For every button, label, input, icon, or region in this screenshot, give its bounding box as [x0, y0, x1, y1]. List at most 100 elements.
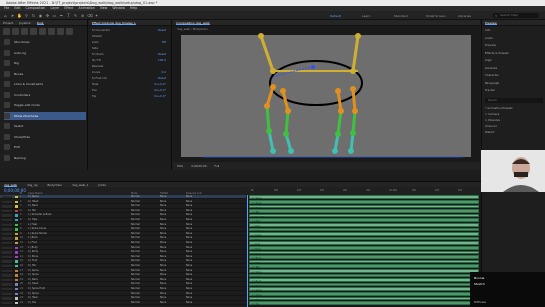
layer-trk[interactable]: None	[160, 301, 166, 305]
layer-switches[interactable]	[2, 265, 12, 268]
selection-tool-icon[interactable]: ➤	[10, 13, 15, 18]
workspace-libraries[interactable]: Libraries	[458, 14, 471, 18]
layer-bar[interactable]: C | Tail	[249, 209, 479, 214]
tab-project[interactable]: Project	[3, 20, 13, 25]
layer-label-color[interactable]	[15, 246, 18, 249]
layer-bar[interactable]: L | Spine	[249, 227, 479, 233]
fx-row[interactable]: Toe 0x+0.0°	[92, 88, 170, 93]
layer-bar[interactable]: C | Neck	[249, 278, 479, 283]
layer-switches[interactable]	[2, 251, 12, 254]
layer-switches[interactable]	[2, 219, 12, 222]
effects-tree-item[interactable]: * Animation Presets	[485, 106, 543, 111]
layer-switches[interactable]	[2, 260, 12, 263]
layer-switches[interactable]	[2, 269, 12, 272]
layer-label-color[interactable]	[15, 301, 18, 305]
right-panel-character[interactable]: Character	[485, 73, 543, 78]
spine-curve-controller[interactable]	[311, 65, 315, 69]
right-panel-align[interactable]: Align	[485, 58, 543, 63]
composition-canvas[interactable]	[173, 31, 480, 161]
layer-bar[interactable]: L | Back	[249, 236, 479, 242]
fx-row[interactable]: fx Chain Reset	[92, 52, 170, 57]
hip-controller[interactable]	[355, 33, 361, 39]
fx-row[interactable]: Auto Off	[92, 40, 170, 45]
right-panel-info[interactable]: Info	[485, 28, 543, 33]
duik-item-controllers[interactable]: Controllers	[4, 91, 86, 99]
layer-label-color[interactable]	[15, 292, 18, 295]
type-tool-icon[interactable]: T	[66, 13, 71, 18]
layer-bar[interactable]: L | Heel	[249, 223, 479, 228]
layer-switches[interactable]	[2, 237, 12, 240]
duik-item-rig[interactable]: Rig	[4, 59, 86, 67]
duik-item-show-structures[interactable]: Show structures	[4, 111, 86, 120]
effects-tree-item[interactable]: Distort	[485, 130, 543, 135]
playhead[interactable]	[247, 195, 248, 307]
fx-row-value[interactable]: Reset	[158, 76, 166, 81]
effects-tree-item[interactable]: > Dissolve	[485, 118, 543, 123]
duik-rig-icon[interactable]	[12, 28, 19, 35]
brush-tool-icon[interactable]: ✎	[73, 13, 78, 18]
layer-switches[interactable]	[2, 223, 12, 226]
layer-bar[interactable]: C | Spine	[249, 287, 479, 292]
layer-label-color[interactable]	[15, 205, 18, 208]
workspace-default[interactable]: Default	[330, 14, 341, 18]
layer-label-color[interactable]	[15, 283, 18, 286]
search-help-input[interactable]: Search Help	[493, 13, 539, 18]
layer-label-color[interactable]	[15, 209, 18, 213]
eraser-tool-icon[interactable]: ⌫	[87, 13, 93, 18]
layer-label-color[interactable]	[15, 269, 18, 272]
layer-switches[interactable]	[2, 292, 12, 295]
camera-tool-icon[interactable]: ◉	[38, 13, 43, 18]
duik-item-naming[interactable]: Naming	[4, 154, 86, 162]
fx-row[interactable]: Heel 0x+0.0°	[92, 82, 170, 87]
layer-bar[interactable]: C | Hips	[249, 218, 479, 223]
duik-tools-icon[interactable]	[48, 28, 55, 35]
fx-row[interactable]: Curve 0.0	[92, 70, 170, 75]
layer-switches[interactable]	[2, 200, 12, 203]
rectangle-tool-icon[interactable]: ▭	[52, 13, 57, 18]
layer-switches[interactable]	[2, 196, 12, 199]
layer-switches[interactable]	[2, 288, 12, 291]
effect-controls-tab[interactable]: Effect Controls dog_foreleg_L	[89, 20, 171, 26]
layer-bar[interactable]: C | Toe	[249, 301, 479, 306]
rotate-tool-icon[interactable]: ↻	[31, 13, 36, 18]
layer-switches[interactable]	[2, 209, 12, 213]
layer-bar[interactable]: C | Body	[249, 250, 479, 256]
layer-switches[interactable]	[2, 228, 12, 231]
duik-item-structures[interactable]: Structures	[4, 38, 86, 46]
layer-bar[interactable]: C | Spine	[249, 195, 479, 200]
shoulder-controller[interactable]	[258, 33, 264, 39]
duik-link-icon[interactable]	[21, 28, 28, 35]
fx-row[interactable]: fx Connector Reset	[92, 28, 170, 33]
layer-label-color[interactable]	[15, 274, 18, 277]
zoom-tool-icon[interactable]: ⚲	[24, 13, 29, 18]
effects-search-input[interactable]: Search	[485, 98, 543, 103]
fx-row[interactable]: IK / FK 100.0	[92, 58, 170, 63]
layer-label-color[interactable]	[15, 297, 18, 300]
fx-row-value[interactable]: Reset	[158, 52, 166, 57]
layer-label-color[interactable]	[15, 223, 18, 226]
layer-switches[interactable]	[2, 205, 12, 208]
fx-row-value[interactable]: Reset	[158, 28, 166, 33]
fx-row-value[interactable]: 0x+0.0°	[154, 94, 166, 99]
layer-switches[interactable]	[2, 278, 12, 282]
viewer-timecode[interactable]: 0;00;00;00	[191, 162, 206, 170]
composition-tab[interactable]: Composition dog_walk	[173, 20, 480, 26]
layer-switches[interactable]	[2, 274, 12, 277]
right-panel-tracker[interactable]: Tracker	[485, 88, 543, 93]
layer-label-color[interactable]	[15, 265, 18, 268]
workspace-standard[interactable]: Standard	[394, 14, 408, 18]
fx-row-value[interactable]: 0x+0.0°	[154, 82, 166, 87]
duik-item-edit[interactable]: Edit	[4, 143, 86, 151]
layer-bar[interactable]: C | Tail	[249, 264, 479, 269]
layer-label-color[interactable]	[15, 260, 18, 263]
layer-switches[interactable]	[2, 232, 12, 236]
effects-tree-item[interactable]: > Camera	[485, 112, 543, 117]
tab-joystick[interactable]: Joystick	[19, 20, 30, 25]
right-panel-preview[interactable]: Preview	[485, 43, 543, 48]
layer-row[interactable]: 24 C | Toe Normal None None	[0, 301, 246, 306]
layer-bar[interactable]: C | Head	[249, 282, 479, 288]
layer-bar[interactable]: C | Neck	[249, 204, 479, 210]
layer-label-color[interactable]	[15, 237, 18, 240]
layer-switches[interactable]	[2, 255, 12, 259]
layer-switches[interactable]	[2, 301, 12, 305]
